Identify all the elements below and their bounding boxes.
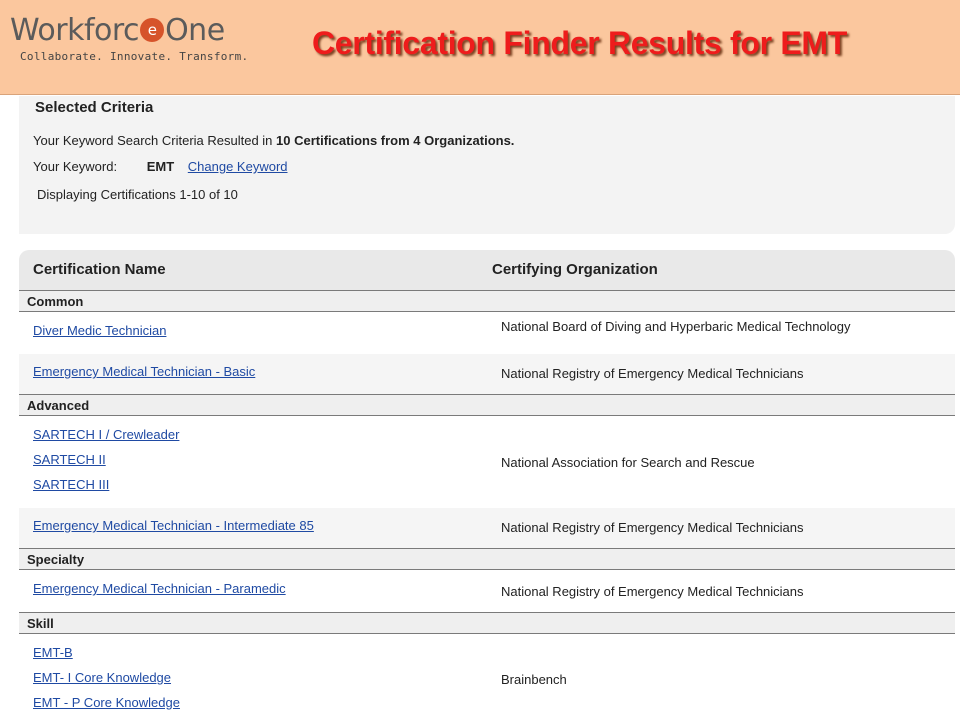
certification-link[interactable]: Emergency Medical Technician - Paramedic xyxy=(33,581,286,596)
organization-name: Brainbench xyxy=(501,672,567,687)
certification-link[interactable]: SARTECH II xyxy=(33,452,106,467)
organization-name: National Registry of Emergency Medical T… xyxy=(501,366,804,381)
search-summary: Your Keyword Search Criteria Resulted in… xyxy=(33,133,514,148)
table-row: Emergency Medical Technician - Paramedic… xyxy=(19,570,955,612)
logo-word-right: One xyxy=(165,13,225,48)
table-header: Certification Name Certifying Organizati… xyxy=(19,250,955,291)
category-label: Skill xyxy=(27,616,54,631)
category-label: Specialty xyxy=(27,552,85,567)
category-row-common: Common xyxy=(19,290,955,312)
criteria-heading: Selected Criteria xyxy=(35,99,154,116)
organization-name: National Registry of Emergency Medical T… xyxy=(501,520,804,535)
keyword-label: Your Keyword: xyxy=(33,159,118,174)
certification-link[interactable]: SARTECH I / Crewleader xyxy=(33,427,179,442)
certification-link[interactable]: EMT- I Core Knowledge xyxy=(33,670,171,685)
organization-name: National Board of Diving and Hyperbaric … xyxy=(501,319,851,334)
table-row: EMT-B EMT- I Core Knowledge EMT - P Core… xyxy=(19,634,955,720)
table-row: Emergency Medical Technician - Intermedi… xyxy=(19,508,955,548)
keyword-value: EMT xyxy=(146,159,175,174)
category-row-advanced: Advanced xyxy=(19,394,955,416)
column-header-certification-name: Certification Name xyxy=(33,261,166,278)
displaying-count: Displaying Certifications 1-10 of 10 xyxy=(37,187,238,202)
certification-link[interactable]: EMT-B xyxy=(33,645,73,660)
keyword-line: Your Keyword: EMT Change Keyword xyxy=(33,159,288,174)
category-row-specialty: Specialty xyxy=(19,548,955,570)
logo-word-left: Workforc xyxy=(10,13,140,48)
workforce-one-logo: Workforc e One Collaborate. Innovate. Tran… xyxy=(10,14,249,64)
column-header-certifying-organization: Certifying Organization xyxy=(492,261,658,278)
summary-prefix: Your Keyword Search Criteria Resulted in xyxy=(33,133,277,148)
category-label: Common xyxy=(27,294,84,309)
logo-tagline: Collaborate. Innovate. Transform. xyxy=(20,50,249,63)
table-row: Emergency Medical Technician - Basic Nat… xyxy=(19,354,955,394)
summary-count: 10 Certifications from 4 Organizations. xyxy=(276,133,515,148)
change-keyword-link[interactable]: Change Keyword xyxy=(188,159,288,174)
certification-link[interactable]: Emergency Medical Technician - Intermedi… xyxy=(33,518,314,533)
results-table: Certification Name Certifying Organizati… xyxy=(19,250,955,720)
organization-name: National Registry of Emergency Medical T… xyxy=(501,584,804,599)
table-row: SARTECH I / Crewleader SARTECH II SARTEC… xyxy=(19,416,955,508)
certification-link[interactable]: EMT - P Core Knowledge xyxy=(33,695,180,710)
page-header: Workforc e One Collaborate. Innovate. Tran… xyxy=(0,0,960,95)
logo-e-circle-icon: e xyxy=(140,17,165,42)
category-row-skill: Skill xyxy=(19,612,955,634)
page-title: Certification Finder Results for EMT xyxy=(312,25,848,61)
selected-criteria-panel: Selected Criteria Your Keyword Search Cr… xyxy=(19,96,955,234)
certification-link[interactable]: Diver Medic Technician xyxy=(33,323,166,338)
organization-name: National Association for Search and Resc… xyxy=(501,455,755,470)
logo-wordmark: Workforc e One xyxy=(10,14,248,48)
certification-link[interactable]: Emergency Medical Technician - Basic xyxy=(33,364,255,379)
certification-link[interactable]: SARTECH III xyxy=(33,477,109,492)
category-label: Advanced xyxy=(27,398,90,413)
table-row: Diver Medic Technician National Board of… xyxy=(19,312,955,354)
